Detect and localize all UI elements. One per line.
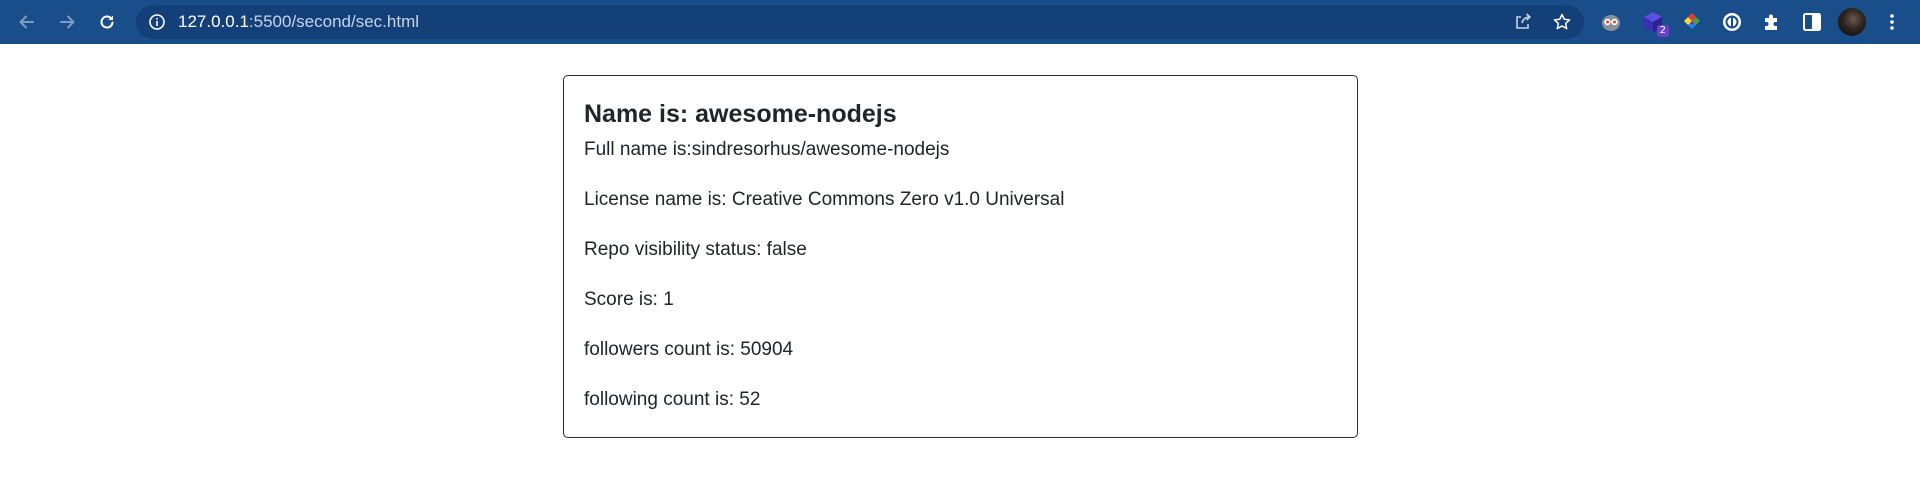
followers-text: followers count is: 50904 xyxy=(584,339,794,360)
owl-extension-icon[interactable] xyxy=(1598,9,1624,35)
full-name-text: Full name is:sindresorhus/awesome-nodejs xyxy=(584,139,950,160)
score-text: Score is: 1 xyxy=(584,289,674,310)
avatar[interactable] xyxy=(1838,8,1866,36)
repo-card: Name is: awesome-nodejs Full name is:sin… xyxy=(563,75,1358,438)
side-panel-icon[interactable] xyxy=(1799,9,1825,35)
address-bar[interactable]: 127.0.0.1:5500/second/sec.html xyxy=(136,5,1584,39)
circle-extension-icon[interactable] xyxy=(1719,9,1745,35)
info-icon[interactable] xyxy=(145,10,169,34)
puzzle-icon[interactable] xyxy=(1759,9,1785,35)
cube-extension-icon[interactable]: 2 xyxy=(1640,9,1669,37)
following-text: following count is: 52 xyxy=(584,389,761,410)
extension-badge: 2 xyxy=(1656,25,1669,37)
color-extension-icon[interactable] xyxy=(1679,9,1705,35)
license-text: License name is: Creative Commons Zero v… xyxy=(584,189,1065,210)
back-button[interactable] xyxy=(11,6,43,38)
forward-button[interactable] xyxy=(51,6,83,38)
star-icon[interactable] xyxy=(1550,10,1574,34)
arrow-left-icon xyxy=(17,12,37,32)
url-text[interactable]: 127.0.0.1:5500/second/sec.html xyxy=(178,5,419,39)
share-icon[interactable] xyxy=(1511,10,1535,34)
visibility-text: Repo visibility status: false xyxy=(584,239,807,260)
url-path: :5500/second/sec.html xyxy=(248,12,420,31)
reload-icon xyxy=(97,12,117,32)
arrow-right-icon xyxy=(57,12,77,32)
url-host: 127.0.0.1 xyxy=(178,12,249,31)
kebab-menu-icon[interactable] xyxy=(1879,9,1905,35)
reload-button[interactable] xyxy=(91,6,123,38)
browser-toolbar: 127.0.0.1:5500/second/sec.html 2 xyxy=(0,0,1920,44)
repo-name-heading: Name is: awesome-nodejs xyxy=(584,100,897,128)
